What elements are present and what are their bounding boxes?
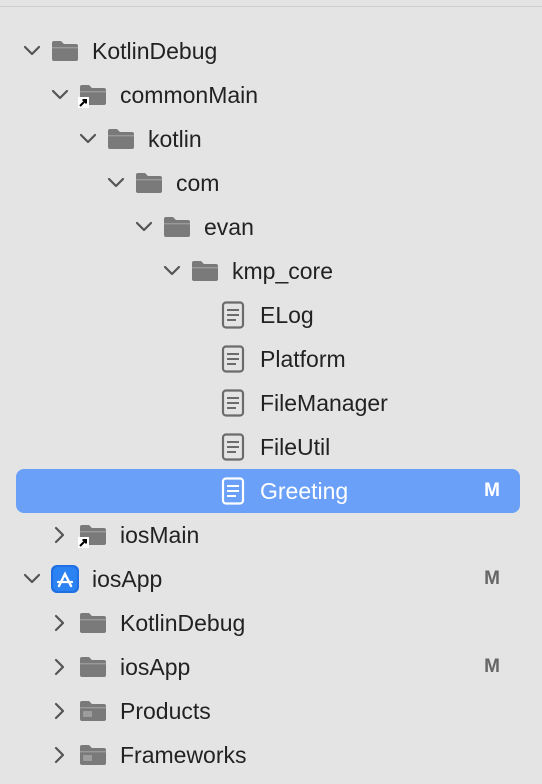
swift-file-icon: [218, 345, 248, 373]
tree-row-label: FileUtil: [260, 434, 331, 460]
folder-icon: [50, 37, 80, 65]
folder-icon: [78, 697, 108, 725]
tree-row-iosmain[interactable]: iosMain: [0, 513, 542, 557]
tree-row-label: com: [176, 170, 220, 196]
tree-row-kotlindebug[interactable]: KotlinDebug: [0, 601, 542, 645]
tree-row-label: FileManager: [260, 390, 388, 416]
tree-row-greeting-selected[interactable]: Greeting M: [0, 469, 542, 513]
tree-row-label: iosMain: [120, 522, 200, 548]
tree-row-label: kotlin: [148, 126, 202, 152]
chevron-right-icon[interactable]: [50, 525, 70, 545]
swift-file-icon: [218, 433, 248, 461]
chevron-down-icon[interactable]: [22, 41, 42, 61]
tree-row-com[interactable]: com: [0, 161, 542, 205]
tree-row-kotlindebug-root[interactable]: KotlinDebug: [0, 29, 542, 73]
folder-icon: [106, 125, 136, 153]
tree-row-kmp-core[interactable]: kmp_core: [0, 249, 542, 293]
tree-row-fileutil[interactable]: FileUtil: [0, 425, 542, 469]
tree-row-filemanager[interactable]: FileManager: [0, 381, 542, 425]
tree-row-label: Platform: [260, 346, 346, 372]
tree-row-label: commonMain: [120, 82, 259, 108]
folder-icon: [134, 169, 164, 197]
tree-row-iosapp-project[interactable]: iosApp M: [0, 557, 542, 601]
tree-row-label: KotlinDebug: [120, 610, 246, 636]
tree-row-label: Greeting: [260, 478, 349, 504]
folder-icon: [78, 653, 108, 681]
folder-icon: [190, 257, 220, 285]
folder-icon: [78, 741, 108, 769]
tree-row-label: iosApp: [120, 654, 191, 680]
tree-row-commonmain[interactable]: commonMain: [0, 73, 542, 117]
swift-file-icon: [218, 301, 248, 329]
folder-icon: [78, 609, 108, 637]
tree-row-label: iosApp: [92, 566, 163, 592]
modified-badge: M: [484, 656, 500, 677]
chevron-down-icon[interactable]: [134, 217, 154, 237]
tree-row-kotlin[interactable]: kotlin: [0, 117, 542, 161]
folder-alias-icon: [78, 81, 108, 109]
tree-row-label: ELog: [260, 302, 314, 328]
swift-file-icon: [218, 477, 248, 505]
chevron-down-icon[interactable]: [22, 569, 42, 589]
swift-file-icon: [218, 389, 248, 417]
chevron-down-icon[interactable]: [162, 261, 182, 281]
chevron-down-icon[interactable]: [106, 173, 126, 193]
chevron-down-icon[interactable]: [78, 129, 98, 149]
tree-row-label: Products: [120, 698, 211, 724]
modified-badge: M: [484, 480, 500, 501]
chevron-right-icon[interactable]: [50, 745, 70, 765]
folder-icon: [162, 213, 192, 241]
chevron-right-icon[interactable]: [50, 613, 70, 633]
tree-row-evan[interactable]: evan: [0, 205, 542, 249]
navigator-top-divider: [0, 6, 542, 7]
chevron-down-icon[interactable]: [50, 85, 70, 105]
folder-alias-icon: [78, 521, 108, 549]
tree-row-label: kmp_core: [232, 258, 333, 284]
tree-row-products[interactable]: Products: [0, 689, 542, 733]
tree-row-label: KotlinDebug: [92, 38, 218, 64]
tree-row-platform[interactable]: Platform: [0, 337, 542, 381]
xcode-project-icon: [50, 565, 80, 593]
tree-row-elog[interactable]: ELog: [0, 293, 542, 337]
tree-row-label: evan: [204, 214, 254, 240]
chevron-right-icon[interactable]: [50, 657, 70, 677]
tree-row-iosapp-folder[interactable]: iosApp M: [0, 645, 542, 689]
modified-badge: M: [484, 568, 500, 589]
tree-row-frameworks[interactable]: Frameworks: [0, 733, 542, 777]
chevron-right-icon[interactable]: [50, 701, 70, 721]
tree-row-label: Frameworks: [120, 742, 247, 768]
project-navigator-tree: KotlinDebug commonMain kotlin com evan k…: [0, 29, 542, 777]
